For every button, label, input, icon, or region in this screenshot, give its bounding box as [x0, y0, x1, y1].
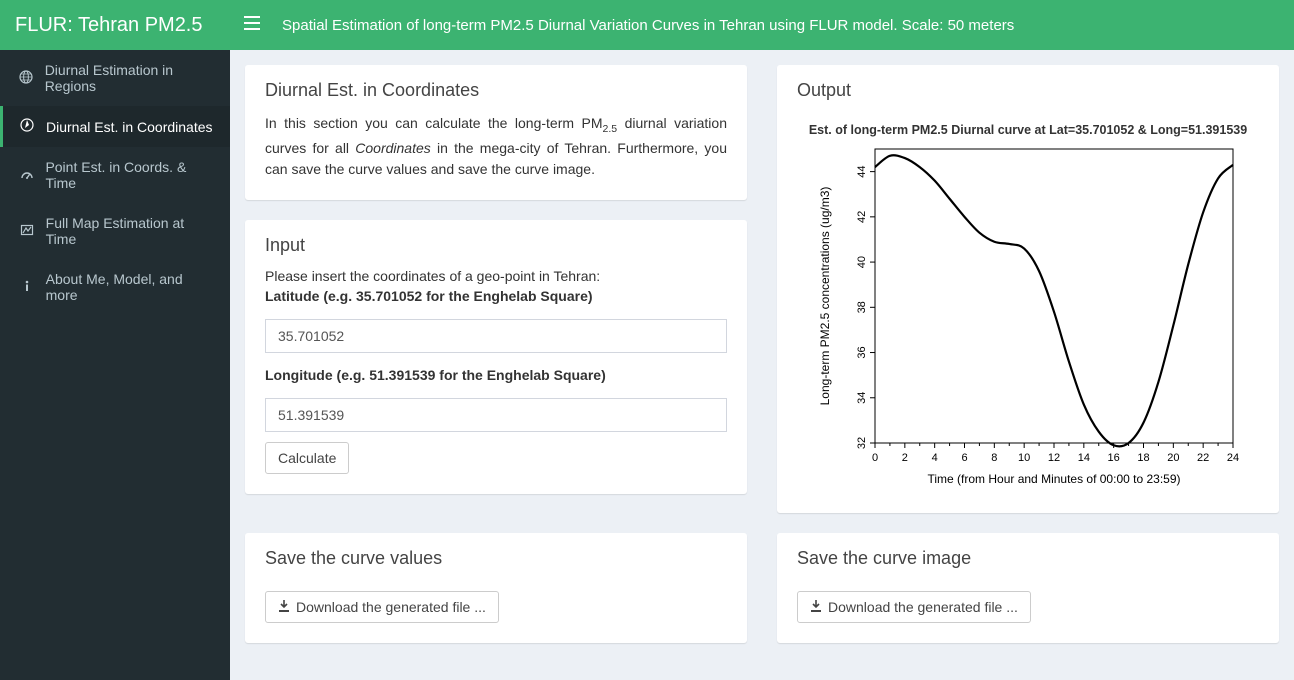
- svg-text:16: 16: [1108, 452, 1120, 464]
- latitude-label: Latitude (e.g. 35.701052 for the Enghela…: [265, 288, 727, 304]
- svg-text:12: 12: [1048, 452, 1060, 464]
- chart-container: Est. of long-term PM2.5 Diurnal curve at…: [797, 113, 1259, 493]
- main-content: Diurnal Est. in Coordinates In this sect…: [230, 50, 1294, 680]
- info-icon: [18, 279, 36, 296]
- sidebar-item-label: Diurnal Estimation in Regions: [45, 62, 215, 94]
- calculate-button[interactable]: Calculate: [265, 442, 349, 474]
- card-title: Diurnal Est. in Coordinates: [265, 80, 727, 101]
- svg-text:44: 44: [856, 165, 868, 177]
- svg-text:8: 8: [991, 452, 997, 464]
- sidebar-item-label: About Me, Model, and more: [46, 271, 215, 303]
- download-icon: [278, 599, 290, 615]
- card-title: Output: [797, 80, 1259, 101]
- map-icon: [18, 223, 36, 240]
- download-image-button[interactable]: Download the generated file ...: [797, 591, 1031, 623]
- svg-text:40: 40: [856, 256, 868, 268]
- svg-text:18: 18: [1137, 452, 1149, 464]
- card-save-image: Save the curve image Download the genera…: [777, 533, 1279, 643]
- diurnal-curve-chart: 02468101214161820222432343638404244Time …: [813, 143, 1243, 493]
- card-description: In this section you can calculate the lo…: [265, 113, 727, 180]
- sidebar-item-coordinates[interactable]: Diurnal Est. in Coordinates: [0, 106, 230, 147]
- sidebar-item-regions[interactable]: Diurnal Estimation in Regions: [0, 50, 230, 106]
- svg-text:4: 4: [932, 452, 938, 464]
- svg-text:22: 22: [1197, 452, 1209, 464]
- svg-text:38: 38: [856, 301, 868, 313]
- sidebar-item-about[interactable]: About Me, Model, and more: [0, 259, 230, 315]
- chart-title: Est. of long-term PM2.5 Diurnal curve at…: [797, 123, 1259, 137]
- svg-text:36: 36: [856, 346, 868, 358]
- svg-text:6: 6: [961, 452, 967, 464]
- latitude-input[interactable]: [265, 319, 727, 353]
- brand-title: FLUR: Tehran PM2.5: [0, 0, 230, 50]
- hamburger-icon[interactable]: [230, 16, 274, 35]
- card-save-values: Save the curve values Download the gener…: [245, 533, 747, 643]
- card-output: Output Est. of long-term PM2.5 Diurnal c…: [777, 65, 1279, 513]
- dashboard-icon: [18, 167, 35, 184]
- svg-text:34: 34: [856, 392, 868, 404]
- download-icon: [810, 599, 822, 615]
- svg-text:2: 2: [902, 452, 908, 464]
- svg-text:Time (from Hour and Minutes of: Time (from Hour and Minutes of 00:00 to …: [927, 472, 1180, 486]
- sidebar-item-point-est[interactable]: Point Est. in Coords. & Time: [0, 147, 230, 203]
- top-description: Spatial Estimation of long-term PM2.5 Di…: [274, 17, 1014, 34]
- sidebar-item-label: Full Map Estimation at Time: [46, 215, 215, 247]
- svg-text:10: 10: [1018, 452, 1030, 464]
- sidebar: Diurnal Estimation in Regions Diurnal Es…: [0, 50, 230, 680]
- globe-icon: [18, 70, 35, 87]
- card-title: Save the curve values: [265, 548, 727, 569]
- svg-text:32: 32: [856, 437, 868, 449]
- sidebar-item-label: Point Est. in Coords. & Time: [45, 159, 215, 191]
- longitude-input[interactable]: [265, 398, 727, 432]
- topbar: FLUR: Tehran PM2.5 Spatial Estimation of…: [0, 0, 1294, 50]
- svg-text:0: 0: [872, 452, 878, 464]
- svg-text:Long-term PM2.5 concentrations: Long-term PM2.5 concentrations (ug/m3): [818, 187, 832, 406]
- compass-icon: [18, 118, 36, 135]
- card-coordinates-desc: Diurnal Est. in Coordinates In this sect…: [245, 65, 747, 200]
- svg-text:24: 24: [1227, 452, 1239, 464]
- card-title: Save the curve image: [797, 548, 1259, 569]
- svg-text:42: 42: [856, 211, 868, 223]
- longitude-label: Longitude (e.g. 51.391539 for the Enghel…: [265, 367, 727, 383]
- sidebar-item-full-map[interactable]: Full Map Estimation at Time: [0, 203, 230, 259]
- sidebar-item-label: Diurnal Est. in Coordinates: [46, 119, 213, 135]
- input-prompt: Please insert the coordinates of a geo-p…: [265, 268, 727, 284]
- svg-text:14: 14: [1078, 452, 1090, 464]
- svg-text:20: 20: [1167, 452, 1179, 464]
- card-title: Input: [265, 235, 727, 256]
- card-input: Input Please insert the coordinates of a…: [245, 220, 747, 494]
- download-values-button[interactable]: Download the generated file ...: [265, 591, 499, 623]
